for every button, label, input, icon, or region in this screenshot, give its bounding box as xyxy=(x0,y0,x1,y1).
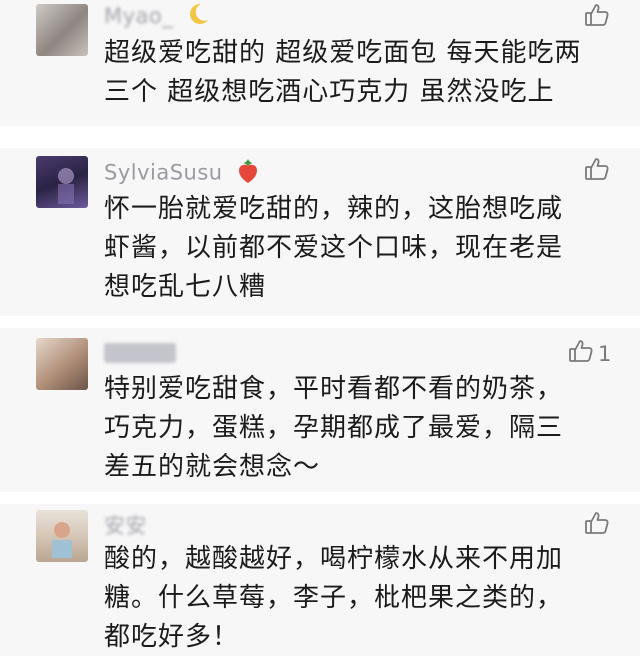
like-button[interactable] xyxy=(584,510,610,541)
comment-text: 超级爱吃甜的 超级爱吃面包 每天能吃两 三个 超级想吃酒心巧克力 虽然没吃上 xyxy=(104,38,582,107)
comment-text: 怀一胎就爱吃甜的，辣的，这胎想吃咸 虾酱，以前都不爱这个口味，现在老是 想吃乱七… xyxy=(104,194,564,302)
comment-card: Myao_ 超级爱吃甜的 超级爱吃面包 每天能吃两 三个 超级想吃酒心巧克力 虽… xyxy=(0,0,640,126)
comment-card: 1 特别爱吃甜食，平时看都不看的奶茶， 巧克力，蛋糕，孕期都成了最爱，隔三 差五… xyxy=(0,328,640,492)
like-count: 1 xyxy=(598,341,612,366)
like-button[interactable] xyxy=(584,2,610,33)
thumbs-up-icon xyxy=(568,338,594,369)
like-button[interactable]: 1 xyxy=(568,338,611,369)
avatar[interactable] xyxy=(36,510,88,562)
comment-feed: Myao_ 超级爱吃甜的 超级爱吃面包 每天能吃两 三个 超级想吃酒心巧克力 虽… xyxy=(0,0,640,656)
comment-card: SylviaSusu 怀一胎就爱吃甜的，辣的，这胎想吃咸 虾酱，以前都不爱这个口… xyxy=(0,148,640,316)
thumbs-up-icon xyxy=(584,2,610,33)
avatar[interactable] xyxy=(36,4,88,56)
comment-nickname[interactable]: SylviaSusu xyxy=(104,158,260,189)
comment-nickname[interactable]: 安安 xyxy=(104,510,147,540)
strawberry-icon xyxy=(236,158,260,189)
comment-text: 酸的，越酸越好，喝柠檬水从来不用加 糖。什么草莓，李子，枇杷果之类的， 都吃好多… xyxy=(104,544,564,652)
thumbs-up-icon xyxy=(584,156,610,187)
divider xyxy=(0,126,640,148)
divider xyxy=(0,492,640,504)
avatar[interactable] xyxy=(36,156,88,208)
divider xyxy=(0,316,640,328)
comment-nickname[interactable] xyxy=(104,340,176,364)
thumbs-up-icon xyxy=(584,510,610,541)
like-button[interactable] xyxy=(584,156,610,187)
avatar[interactable] xyxy=(36,338,88,390)
crescent-moon-icon xyxy=(186,2,210,31)
comment-nickname[interactable]: Myao_ xyxy=(104,2,210,31)
comment-text: 特别爱吃甜食，平时看都不看的奶茶， 巧克力，蛋糕，孕期都成了最爱，隔三 差五的就… xyxy=(104,374,564,482)
comment-card: 安安 酸的，越酸越好，喝柠檬水从来不用加 糖。什么草莓，李子，枇杷果之类的， 都… xyxy=(0,504,640,656)
